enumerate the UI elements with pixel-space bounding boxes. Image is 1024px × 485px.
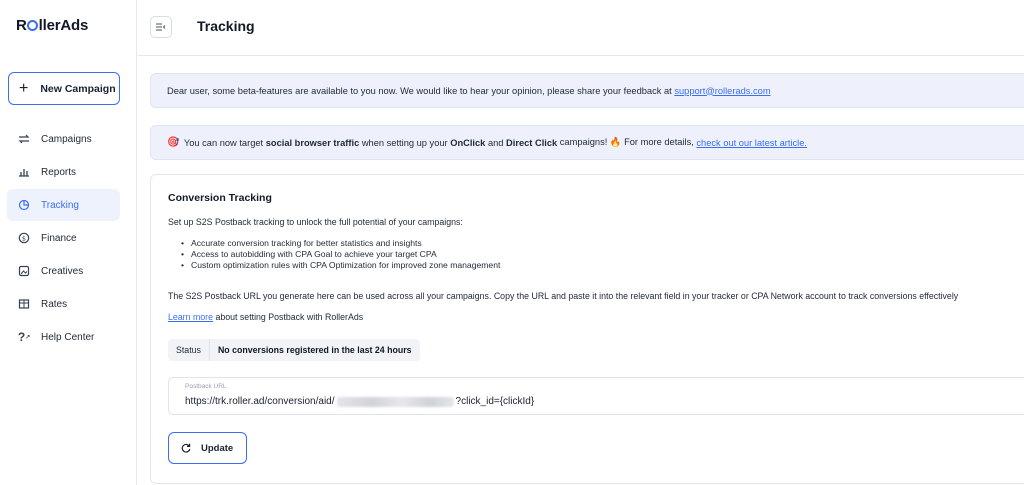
- new-campaign-button[interactable]: + New Campaign: [8, 72, 120, 105]
- logo-suffix: llerAds: [38, 17, 89, 34]
- banner-text: and: [485, 137, 507, 148]
- finance-icon: $: [18, 232, 30, 244]
- postback-url-label: Postback URL: [185, 383, 227, 390]
- plus-icon: +: [19, 79, 29, 97]
- collapse-sidebar-button[interactable]: [150, 16, 172, 38]
- list-item: Access to autobidding with CPA Goal to a…: [181, 249, 500, 260]
- learn-more-link[interactable]: Learn more: [168, 312, 213, 322]
- page-header: Tracking: [138, 0, 1024, 56]
- sidebar-item-finance[interactable]: $ Finance: [7, 222, 120, 254]
- rollerads-logo[interactable]: RllerAds: [16, 17, 88, 34]
- status-badge: Status No conversions registered in the …: [168, 339, 420, 361]
- learn-more-text: about setting Postback with RollerAds: [213, 312, 364, 322]
- sidebar-item-creatives[interactable]: Creatives: [7, 255, 120, 287]
- redacted-id: [336, 396, 454, 407]
- conversion-tracking-card: Conversion Tracking Set up S2S Postback …: [150, 174, 1024, 484]
- target-icon: 🎯: [167, 137, 180, 148]
- sidebar-item-label: Campaigns: [41, 133, 92, 145]
- postback-url-suffix: ?click_id={clickId}: [455, 396, 535, 407]
- logo-o-icon: [27, 20, 39, 31]
- latest-article-link[interactable]: check out our latest article.: [696, 138, 807, 148]
- update-button[interactable]: Update: [168, 432, 247, 464]
- svg-text:$: $: [22, 234, 26, 242]
- sidebar-item-help-center[interactable]: ? ↗ Help Center: [7, 321, 120, 353]
- sidebar-item-label: Help Center: [41, 331, 95, 343]
- collapse-menu-icon: [156, 23, 166, 31]
- postback-url-field[interactable]: Postback URL https://trk.roller.ad/conve…: [168, 377, 1024, 415]
- feature-list: Accurate conversion tracking for better …: [181, 238, 500, 271]
- support-email-link[interactable]: support@rollerads.com: [674, 86, 770, 96]
- sidebar-item-tracking[interactable]: Tracking: [7, 189, 120, 221]
- card-title: Conversion Tracking: [168, 192, 272, 204]
- sidebar-item-label: Tracking: [41, 199, 79, 211]
- banner-bold: social browser traffic: [265, 137, 360, 148]
- banner-bold: Direct Click: [506, 137, 558, 148]
- logo-prefix: R: [16, 17, 27, 34]
- sidebar-item-rates[interactable]: Rates: [7, 288, 120, 320]
- beta-banner-text: Dear user, some beta-features are availa…: [167, 85, 675, 96]
- sidebar-item-label: Creatives: [41, 265, 84, 277]
- help-icon: ? ↗: [17, 330, 31, 344]
- social-traffic-banner: 🎯 You can now target social browser traf…: [150, 125, 1024, 160]
- campaigns-icon: [18, 133, 30, 145]
- sidebar-item-campaigns[interactable]: Campaigns: [7, 123, 120, 155]
- tracking-icon: [18, 199, 30, 211]
- postback-url-prefix: https://trk.roller.ad/conversion/aid/: [185, 396, 335, 407]
- list-item: Custom optimization rules with CPA Optim…: [181, 260, 500, 271]
- postback-url-value: https://trk.roller.ad/conversion/aid/ ?c…: [185, 396, 534, 407]
- creatives-icon: [18, 265, 30, 277]
- banner-text: campaigns! 🔥 For more details,: [557, 137, 697, 147]
- sidebar-item-label: Finance: [41, 232, 77, 244]
- learn-more-line: Learn more about setting Postback with R…: [168, 312, 363, 322]
- sidebar: RllerAds + New Campaign Campaigns Report…: [0, 0, 137, 485]
- update-label: Update: [201, 442, 234, 454]
- status-label: Status: [168, 339, 210, 361]
- list-item: Accurate conversion tracking for better …: [181, 238, 500, 249]
- postback-description: The S2S Postback URL you generate here c…: [168, 291, 959, 301]
- beta-features-banner: Dear user, some beta-features are availa…: [150, 73, 1024, 108]
- reports-icon: [18, 166, 30, 178]
- sidebar-item-label: Rates: [41, 298, 68, 310]
- refresh-icon: [181, 443, 191, 453]
- sidebar-item-reports[interactable]: Reports: [7, 156, 120, 188]
- banner-text: when setting up your: [359, 137, 451, 148]
- rates-icon: [18, 298, 30, 310]
- page-title: Tracking: [197, 18, 255, 34]
- status-value: No conversions registered in the last 24…: [209, 339, 420, 361]
- new-campaign-label: New Campaign: [40, 82, 116, 95]
- sidebar-item-label: Reports: [41, 166, 77, 178]
- banner-bold: OnClick: [450, 137, 486, 148]
- card-intro: Set up S2S Postback tracking to unlock t…: [168, 217, 463, 227]
- banner-text: You can now target: [181, 137, 266, 148]
